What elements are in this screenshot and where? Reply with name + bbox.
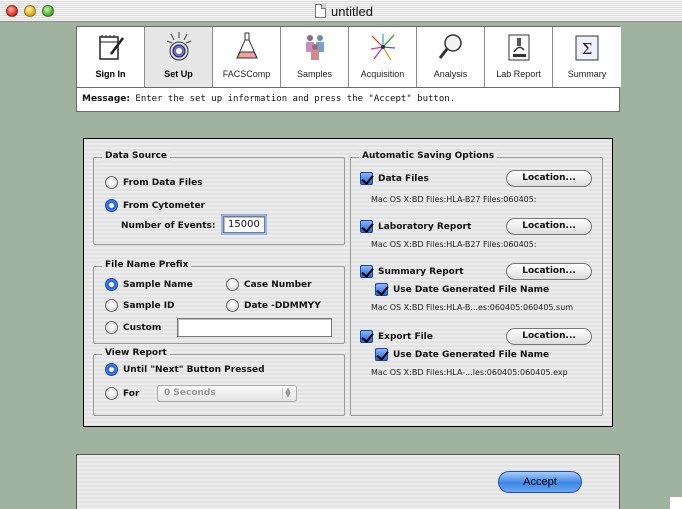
tool-label: Samples xyxy=(296,69,332,79)
zoom-window-button[interactable] xyxy=(42,5,54,17)
data-files-checkbox[interactable] xyxy=(360,172,373,185)
for-label[interactable]: For xyxy=(123,389,139,399)
message-prefix: Message: xyxy=(82,94,130,104)
custom-prefix-input[interactable] xyxy=(177,318,332,337)
magnifier-icon xyxy=(438,34,462,59)
laboratory-report-label[interactable]: Laboratory Report xyxy=(378,222,471,232)
file-name-prefix-title: File Name Prefix xyxy=(102,260,192,270)
sample-name-radio[interactable] xyxy=(105,278,118,291)
view-report-title: View Report xyxy=(102,348,170,358)
data-source-group: Data Source From Data Files From Cytomet… xyxy=(93,151,345,245)
tool-acquisition[interactable]: Acquisition xyxy=(349,27,417,87)
export-file-checkbox[interactable] xyxy=(360,330,373,343)
svg-text:Σ: Σ xyxy=(582,40,593,58)
export-use-date-label[interactable]: Use Date Generated File Name xyxy=(393,350,549,360)
summary-report-path: Mac OS X:BD Files:HLA-B...es:060405:0604… xyxy=(371,303,574,312)
setup-panel: Data Source From Data Files From Cytomet… xyxy=(83,138,613,427)
resize-handle[interactable] xyxy=(670,497,682,509)
for-seconds-radio[interactable] xyxy=(105,387,118,400)
burst-icon xyxy=(370,34,396,61)
toolbar: Sign In Set Up FACSComp Samples Acquisit… xyxy=(76,26,621,88)
date-radio[interactable] xyxy=(226,299,239,312)
tool-lab-report[interactable]: Lab Report xyxy=(485,27,553,87)
tool-label: FACSComp xyxy=(222,69,271,79)
minimize-window-button[interactable] xyxy=(24,5,36,17)
sigma-icon: Σ xyxy=(575,35,599,61)
message-bar: Message: Enter the set up information an… xyxy=(76,88,620,112)
tool-label: Summary xyxy=(567,69,607,79)
close-window-button[interactable] xyxy=(6,5,18,17)
view-report-group: View Report Until "Next" Button Pressed … xyxy=(93,348,345,416)
from-data-files-radio[interactable] xyxy=(105,176,118,189)
message-text: Enter the set up information and press t… xyxy=(135,94,456,104)
sample-id-label[interactable]: Sample ID xyxy=(123,301,175,311)
automatic-saving-group: Automatic Saving Options Data Files Loca… xyxy=(350,151,603,416)
export-use-date-checkbox[interactable] xyxy=(375,348,388,361)
tool-summary[interactable]: Σ Summary xyxy=(553,27,621,87)
summary-use-date-label[interactable]: Use Date Generated File Name xyxy=(393,285,549,295)
flask-icon xyxy=(236,32,258,59)
custom-label[interactable]: Custom xyxy=(123,323,161,333)
document-icon xyxy=(315,4,326,18)
laboratory-report-path: Mac OS X:BD Files:HLA-B27 Files:060405: xyxy=(371,240,537,249)
from-cytometer-label[interactable]: From Cytometer xyxy=(123,201,205,211)
export-file-label[interactable]: Export File xyxy=(378,332,433,342)
case-number-label[interactable]: Case Number xyxy=(244,280,312,290)
laboratory-report-checkbox[interactable] xyxy=(360,220,373,233)
until-next-radio[interactable] xyxy=(105,363,118,376)
tool-analysis[interactable]: Analysis xyxy=(417,27,485,87)
sample-name-label[interactable]: Sample Name xyxy=(123,280,193,290)
export-file-path: Mac OS X:BD Files:HLA-...les:060405:0604… xyxy=(371,368,568,377)
export-file-location-button[interactable]: Location... xyxy=(506,328,592,345)
from-cytometer-radio[interactable] xyxy=(105,199,118,212)
popup-arrows-icon: ▲ ▼ xyxy=(282,387,293,399)
file-name-prefix-group: File Name Prefix Sample Name Case Number… xyxy=(93,260,345,344)
summary-report-label[interactable]: Summary Report xyxy=(378,267,464,277)
seconds-value: 0 Seconds xyxy=(164,388,216,398)
summary-report-checkbox[interactable] xyxy=(360,265,373,278)
laboratory-report-location-button[interactable]: Location... xyxy=(506,218,592,235)
number-of-events-label: Number of Events: xyxy=(121,221,216,231)
seconds-popup[interactable]: 0 Seconds ▲ ▼ xyxy=(157,385,297,402)
until-next-label[interactable]: Until "Next" Button Pressed xyxy=(123,365,265,375)
tool-label: Lab Report xyxy=(496,69,541,79)
number-of-events-input[interactable]: 15000 xyxy=(221,214,267,235)
data-files-label[interactable]: Data Files xyxy=(378,174,429,184)
tool-set-up[interactable]: Set Up xyxy=(145,27,213,87)
tool-facscomp[interactable]: FACSComp xyxy=(213,27,281,87)
tool-samples[interactable]: Samples xyxy=(281,27,349,87)
tool-sign-in[interactable]: Sign In xyxy=(77,27,145,87)
microscope-icon xyxy=(508,34,530,61)
people-icon xyxy=(306,35,324,60)
tool-label: Set Up xyxy=(164,69,193,79)
date-label[interactable]: Date -DDMMYY xyxy=(244,301,321,311)
from-data-files-label[interactable]: From Data Files xyxy=(123,178,203,188)
custom-radio[interactable] xyxy=(105,321,118,334)
data-source-title: Data Source xyxy=(102,151,171,161)
tool-label: Analysis xyxy=(433,69,468,79)
automatic-saving-title: Automatic Saving Options xyxy=(359,151,498,161)
summary-use-date-checkbox[interactable] xyxy=(375,283,388,296)
case-number-radio[interactable] xyxy=(226,278,239,291)
tool-label: Acquisition xyxy=(360,69,405,79)
window-title: untitled xyxy=(331,4,373,19)
data-files-path: Mac OS X:BD Files:HLA-B27 Files:060405: xyxy=(371,195,537,204)
data-files-location-button[interactable]: Location... xyxy=(506,170,592,187)
summary-report-location-button[interactable]: Location... xyxy=(506,263,592,280)
accept-button[interactable]: Accept xyxy=(498,471,582,493)
setup-target-icon xyxy=(166,32,192,61)
sample-id-radio[interactable] xyxy=(105,299,118,312)
tool-label: Sign In xyxy=(95,69,126,79)
notebook-pencil-icon xyxy=(99,35,124,60)
